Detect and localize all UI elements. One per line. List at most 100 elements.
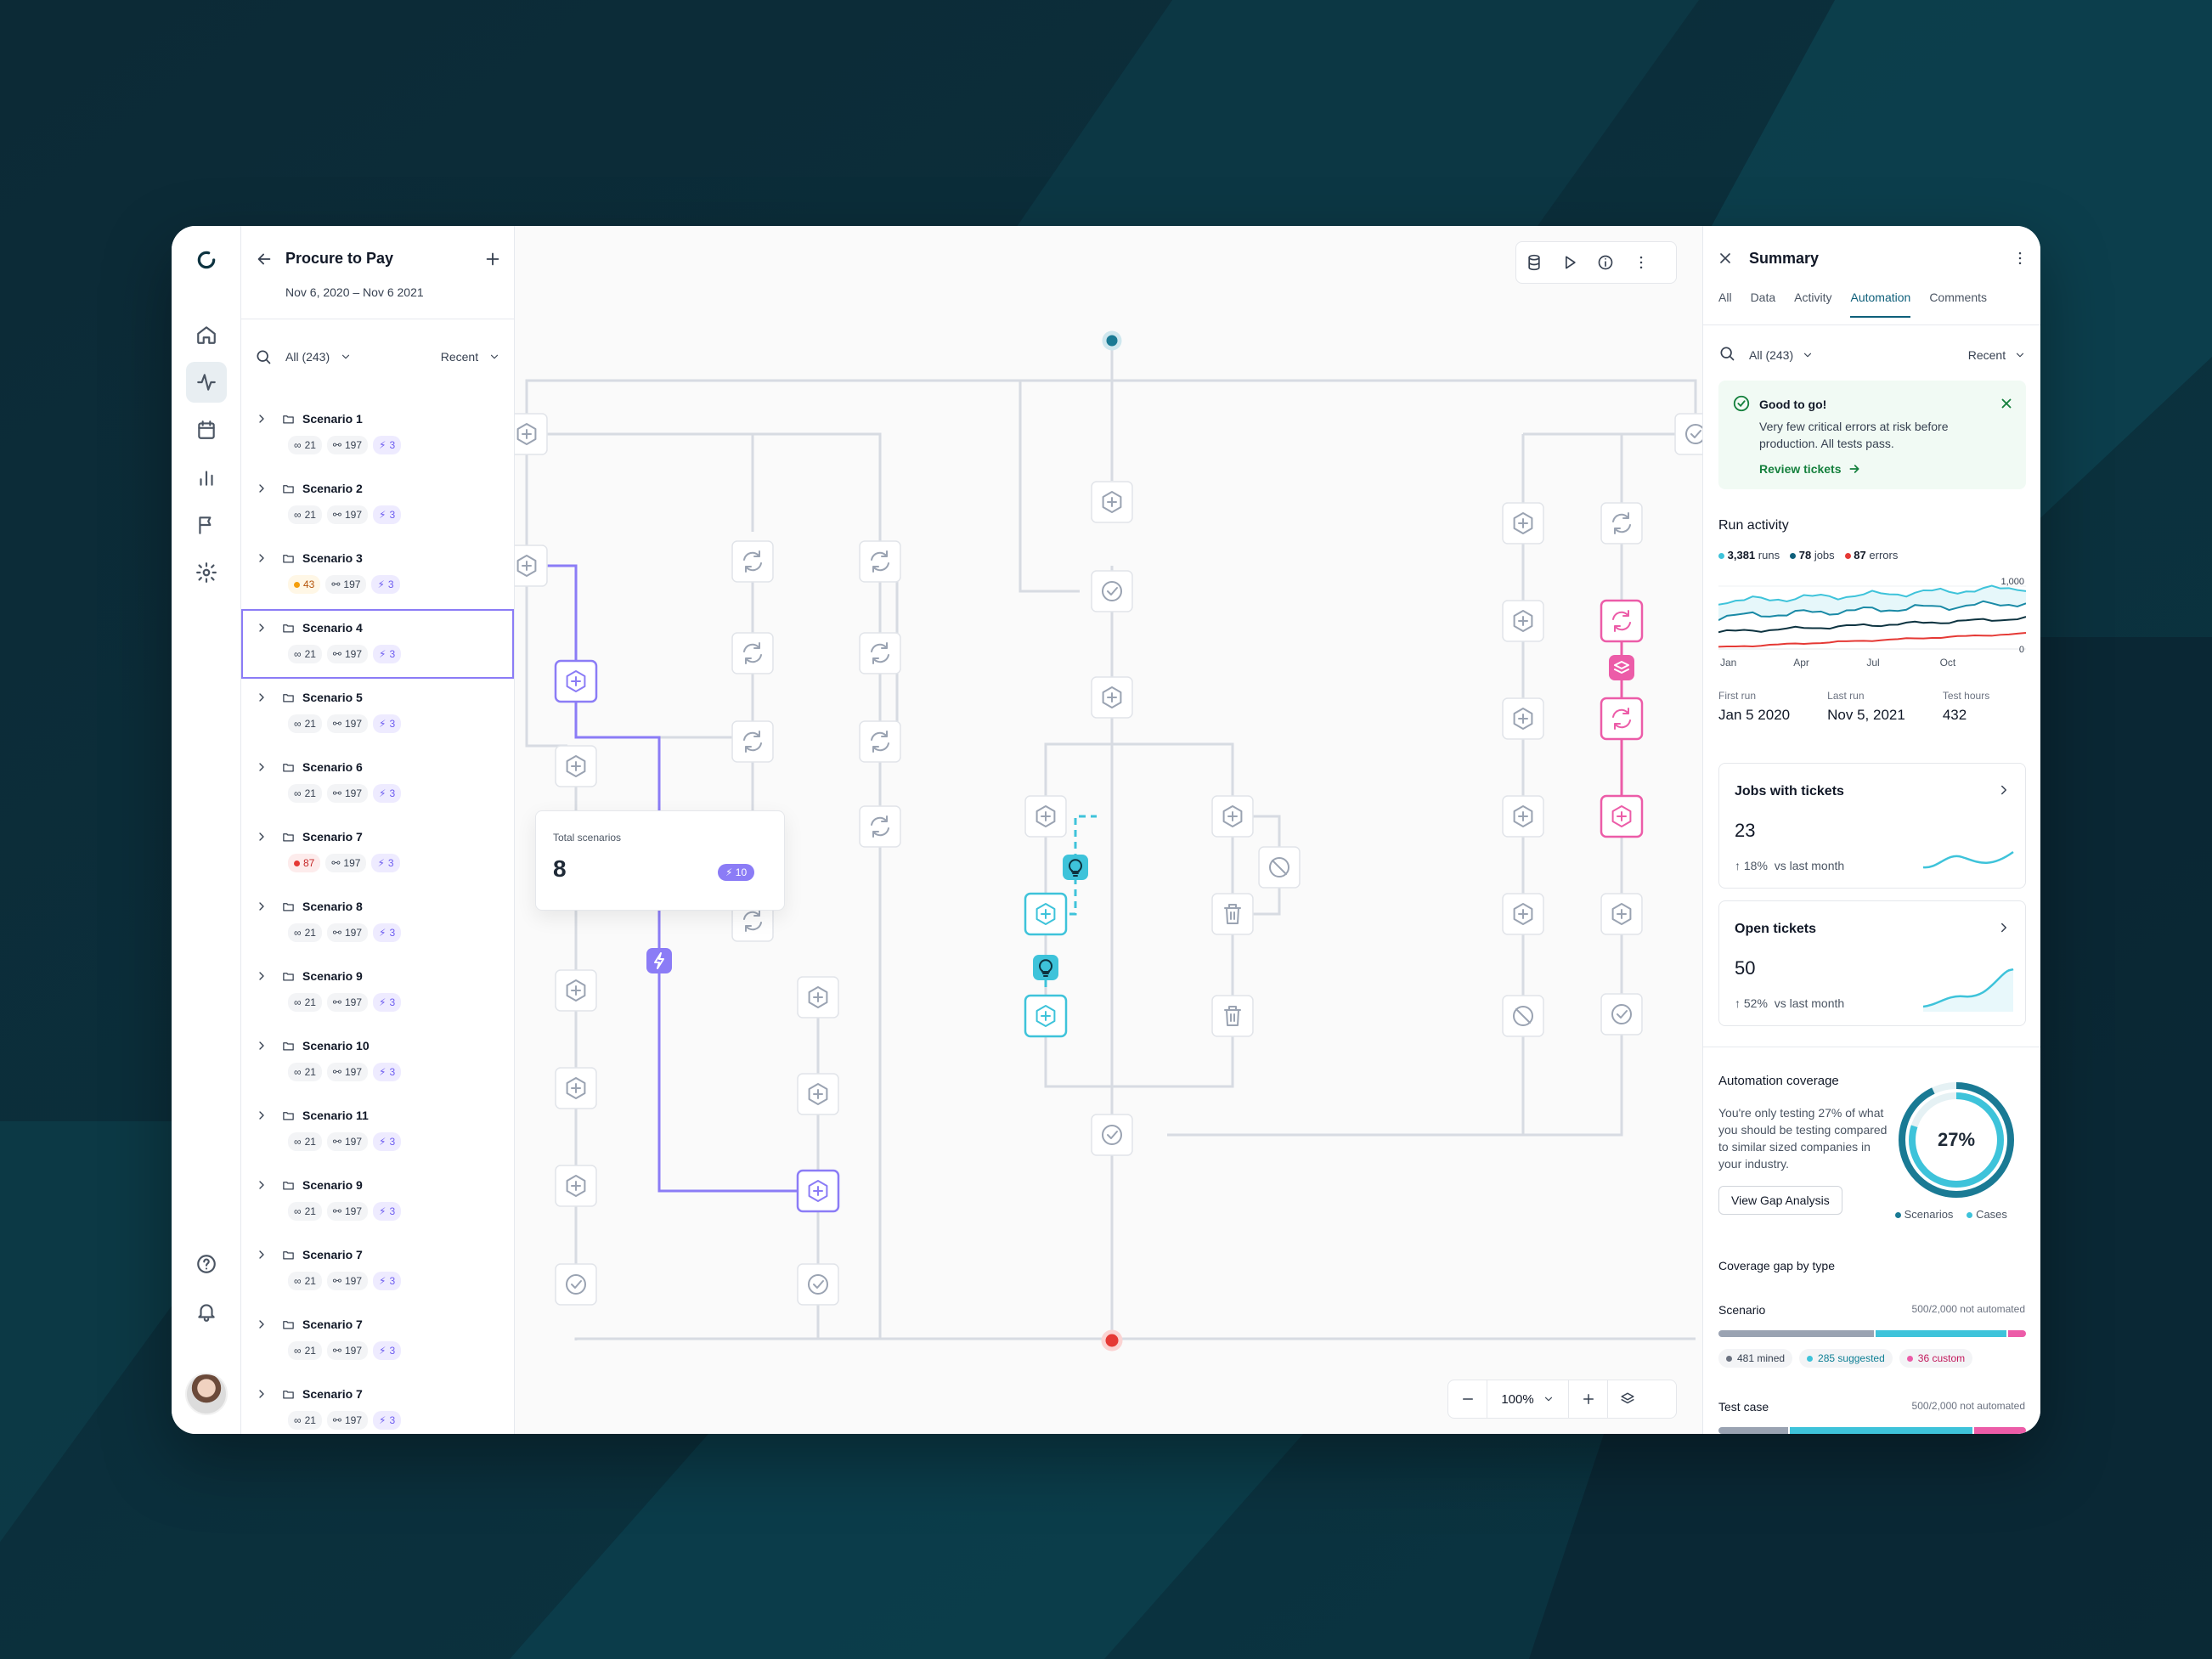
add-node[interactable] bbox=[1502, 697, 1544, 740]
sync-node[interactable] bbox=[1600, 502, 1643, 545]
chevron-right-icon[interactable] bbox=[255, 1248, 268, 1261]
add-icon[interactable] bbox=[483, 250, 502, 268]
add-node[interactable] bbox=[555, 1067, 597, 1109]
check-node[interactable] bbox=[797, 1263, 839, 1306]
activity-icon[interactable] bbox=[186, 362, 227, 403]
search-icon[interactable] bbox=[1718, 345, 1735, 362]
info-icon[interactable] bbox=[1588, 242, 1623, 283]
scenario-item[interactable]: Scenario 9 ∞ 21 ⚯ 197 ⚡ 3 bbox=[241, 957, 514, 1027]
chevron-right-icon[interactable] bbox=[255, 760, 268, 774]
view-gap-analysis-button[interactable]: View Gap Analysis bbox=[1718, 1186, 1842, 1215]
check-node[interactable] bbox=[1091, 1114, 1133, 1156]
check-node[interactable] bbox=[555, 1263, 597, 1306]
add-node[interactable] bbox=[1024, 795, 1067, 838]
block-node[interactable] bbox=[1258, 846, 1301, 889]
layers-button[interactable] bbox=[1608, 1380, 1647, 1418]
scenario-item[interactable]: Scenario 4 ∞ 21 ⚯ 197 ⚡ 3 bbox=[241, 609, 514, 679]
sync-node[interactable] bbox=[731, 632, 774, 674]
scenario-item[interactable]: Scenario 8 ∞ 21 ⚯ 197 ⚡ 3 bbox=[241, 888, 514, 957]
review-tickets-link[interactable]: Review tickets bbox=[1759, 462, 1861, 476]
add-node[interactable] bbox=[1502, 600, 1544, 642]
bolt-badge[interactable] bbox=[646, 948, 672, 973]
add-node[interactable] bbox=[796, 1169, 840, 1213]
more-vertical-icon[interactable] bbox=[1623, 242, 1659, 283]
open-tickets-card[interactable]: Open tickets 50 ↑ 52% vs last month bbox=[1718, 900, 2026, 1026]
chevron-right-icon[interactable] bbox=[255, 482, 268, 495]
add-node[interactable] bbox=[797, 1073, 839, 1115]
trash-node[interactable] bbox=[1211, 995, 1254, 1037]
more-vertical-icon[interactable] bbox=[2012, 250, 2029, 267]
add-node[interactable] bbox=[515, 413, 548, 455]
start-node[interactable] bbox=[1102, 330, 1122, 351]
add-node[interactable] bbox=[555, 745, 597, 787]
check-node[interactable] bbox=[1091, 570, 1133, 612]
add-node[interactable] bbox=[515, 545, 548, 587]
sync-node[interactable] bbox=[1600, 599, 1644, 643]
chevron-right-icon[interactable] bbox=[255, 1318, 268, 1331]
scenario-item[interactable]: Scenario 10 ∞ 21 ⚯ 197 ⚡ 3 bbox=[241, 1027, 514, 1097]
scenario-item[interactable]: Scenario 7 ∞ 21 ⚯ 197 ⚡ 3 bbox=[241, 1306, 514, 1375]
close-icon[interactable] bbox=[1999, 396, 2014, 411]
zoom-level-dropdown[interactable]: 100% bbox=[1487, 1380, 1569, 1418]
chevron-right-icon[interactable] bbox=[255, 621, 268, 635]
scenario-item[interactable]: Scenario 2 ∞ 21 ⚯ 197 ⚡ 3 bbox=[241, 470, 514, 539]
tab-activity[interactable]: Activity bbox=[1794, 291, 1831, 318]
flow-canvas[interactable]: Total scenarios 8 ⚡ 10 100% bbox=[515, 226, 1702, 1434]
scenario-item[interactable]: Scenario 7 ∞ 21 ⚯ 197 ⚡ 3 bbox=[241, 1375, 514, 1434]
tab-automation[interactable]: Automation bbox=[1850, 291, 1911, 318]
add-node[interactable] bbox=[1024, 994, 1068, 1038]
scenario-item[interactable]: Scenario 6 ∞ 21 ⚯ 197 ⚡ 3 bbox=[241, 748, 514, 818]
flag-icon[interactable] bbox=[186, 505, 227, 545]
sync-node[interactable] bbox=[731, 540, 774, 583]
sync-node[interactable] bbox=[731, 720, 774, 763]
zoom-in-button[interactable] bbox=[1569, 1380, 1608, 1418]
chevron-right-icon[interactable] bbox=[255, 900, 268, 913]
sync-node[interactable] bbox=[859, 632, 901, 674]
chevron-right-icon[interactable] bbox=[255, 412, 268, 426]
chevron-right-icon[interactable] bbox=[255, 1039, 268, 1052]
trash-node[interactable] bbox=[1211, 893, 1254, 935]
bulb-badge[interactable] bbox=[1033, 955, 1058, 980]
tab-comments[interactable]: Comments bbox=[1929, 291, 1987, 318]
sync-node[interactable] bbox=[859, 540, 901, 583]
back-arrow-icon[interactable] bbox=[255, 250, 274, 268]
chevron-right-icon[interactable] bbox=[255, 1387, 268, 1401]
add-node[interactable] bbox=[1502, 893, 1544, 935]
avatar[interactable] bbox=[185, 1373, 228, 1415]
jobs-with-tickets-card[interactable]: Jobs with tickets 23 ↑ 18% vs last month bbox=[1718, 763, 2026, 889]
scenario-item[interactable]: Scenario 7 87 ⚯ 197 ⚡ 3 bbox=[241, 818, 514, 888]
bell-icon[interactable] bbox=[186, 1291, 227, 1332]
sync-node[interactable] bbox=[1600, 697, 1644, 741]
bar-chart-icon[interactable] bbox=[186, 457, 227, 498]
scenario-item[interactable]: Scenario 11 ∞ 21 ⚯ 197 ⚡ 3 bbox=[241, 1097, 514, 1166]
bulb-badge[interactable] bbox=[1063, 855, 1088, 880]
add-node[interactable] bbox=[1502, 795, 1544, 838]
chevron-right-icon[interactable] bbox=[255, 691, 268, 704]
search-icon[interactable] bbox=[255, 348, 272, 365]
scenario-item[interactable]: Scenario 7 ∞ 21 ⚯ 197 ⚡ 3 bbox=[241, 1236, 514, 1306]
add-node[interactable] bbox=[1024, 892, 1068, 936]
logo-icon[interactable] bbox=[186, 240, 227, 280]
database-icon[interactable] bbox=[1516, 242, 1552, 283]
sort-dropdown[interactable]: Recent bbox=[1968, 348, 2026, 362]
add-node[interactable] bbox=[555, 1165, 597, 1207]
block-node[interactable] bbox=[1502, 995, 1544, 1037]
add-node[interactable] bbox=[797, 976, 839, 1019]
add-node[interactable] bbox=[555, 969, 597, 1012]
calendar-icon[interactable] bbox=[186, 409, 227, 450]
chevron-right-icon[interactable] bbox=[255, 1178, 268, 1192]
play-icon[interactable] bbox=[1552, 242, 1588, 283]
add-node[interactable] bbox=[1502, 502, 1544, 545]
chevron-right-icon[interactable] bbox=[255, 830, 268, 844]
help-icon[interactable] bbox=[186, 1244, 227, 1284]
chevron-right-icon[interactable] bbox=[255, 969, 268, 983]
add-node[interactable] bbox=[1091, 676, 1133, 719]
check-node[interactable] bbox=[1674, 413, 1702, 455]
tab-data[interactable]: Data bbox=[1751, 291, 1776, 318]
sync-node[interactable] bbox=[859, 720, 901, 763]
scenario-item[interactable]: Scenario 1 ∞ 21 ⚯ 197 ⚡ 3 bbox=[241, 400, 514, 470]
layers-badge[interactable] bbox=[1609, 655, 1634, 680]
settings-icon[interactable] bbox=[186, 552, 227, 593]
chevron-right-icon[interactable] bbox=[255, 1109, 268, 1122]
end-node[interactable] bbox=[1101, 1329, 1123, 1351]
